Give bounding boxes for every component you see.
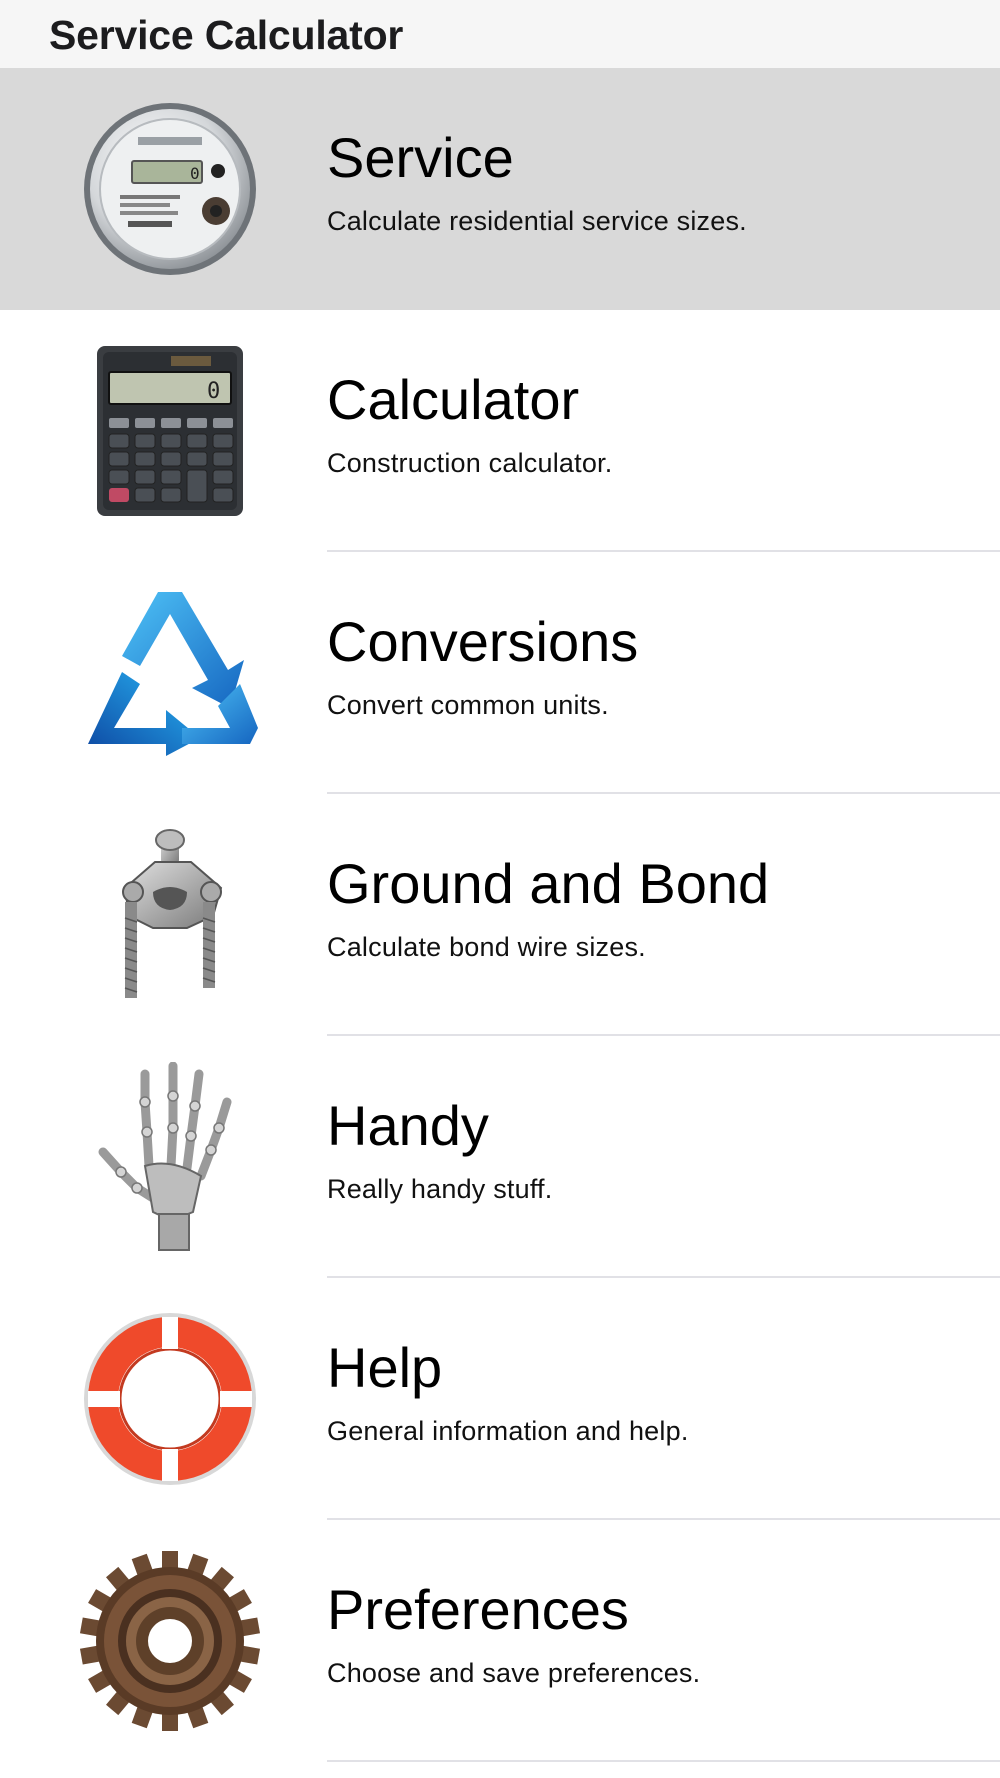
menu-item-title: Ground and Bond <box>327 852 770 915</box>
menu-item-title: Conversions <box>327 610 639 673</box>
menu-item-subtitle: Really handy stuff. <box>327 1174 553 1204</box>
menu-item-subtitle: Calculate bond wire sizes. <box>327 932 646 962</box>
menu-item-title: Calculator <box>327 368 580 431</box>
svg-text:0: 0 <box>190 164 200 183</box>
menu-item-subtitle: Calculate residential service sizes. <box>327 206 747 236</box>
menu-item-subtitle: Convert common units. <box>327 690 609 720</box>
life-ring-icon <box>70 1302 270 1496</box>
app-root: Service Calculator 0 Service Calculate r… <box>0 0 1000 1778</box>
page-title: Service Calculator <box>49 12 404 58</box>
menu-item-title: Handy <box>327 1094 489 1157</box>
menu-item-subtitle: Construction calculator. <box>327 448 613 478</box>
menu-item-conversions[interactable]: Conversions Convert common units. <box>0 552 1000 794</box>
menu-item-help[interactable]: Help General information and help. <box>0 1278 1000 1520</box>
menu-item-title: Help <box>327 1336 443 1399</box>
menu-item-ground-and-bond[interactable]: Ground and Bond Calculate bond wire size… <box>0 794 1000 1036</box>
menu-item-title: Service <box>327 126 514 189</box>
row-divider <box>327 1760 1000 1762</box>
electric-meter-icon: 0 <box>70 92 270 286</box>
ground-clamp-icon <box>70 818 270 1012</box>
gear-cog-icon <box>70 1544 270 1738</box>
menu-item-subtitle: General information and help. <box>327 1416 689 1446</box>
menu-item-calculator[interactable]: 0 Calculator Construction calculator. <box>0 310 1000 552</box>
calculator-icon: 0 <box>70 334 270 528</box>
menu-item-preferences[interactable]: Preferences Choose and save preferences. <box>0 1520 1000 1762</box>
menu-list: 0 Service Calculate residential service … <box>0 68 1000 1762</box>
menu-item-handy[interactable]: Handy Really handy stuff. <box>0 1036 1000 1278</box>
skeleton-hand-icon <box>70 1060 270 1254</box>
menu-item-subtitle: Choose and save preferences. <box>327 1658 701 1688</box>
menu-item-service[interactable]: 0 Service Calculate residential service … <box>0 68 1000 310</box>
svg-text:0: 0 <box>207 379 220 404</box>
navigation-bar: Service Calculator <box>0 0 1000 68</box>
recycle-triangle-icon <box>70 576 270 770</box>
menu-item-title: Preferences <box>327 1578 629 1641</box>
